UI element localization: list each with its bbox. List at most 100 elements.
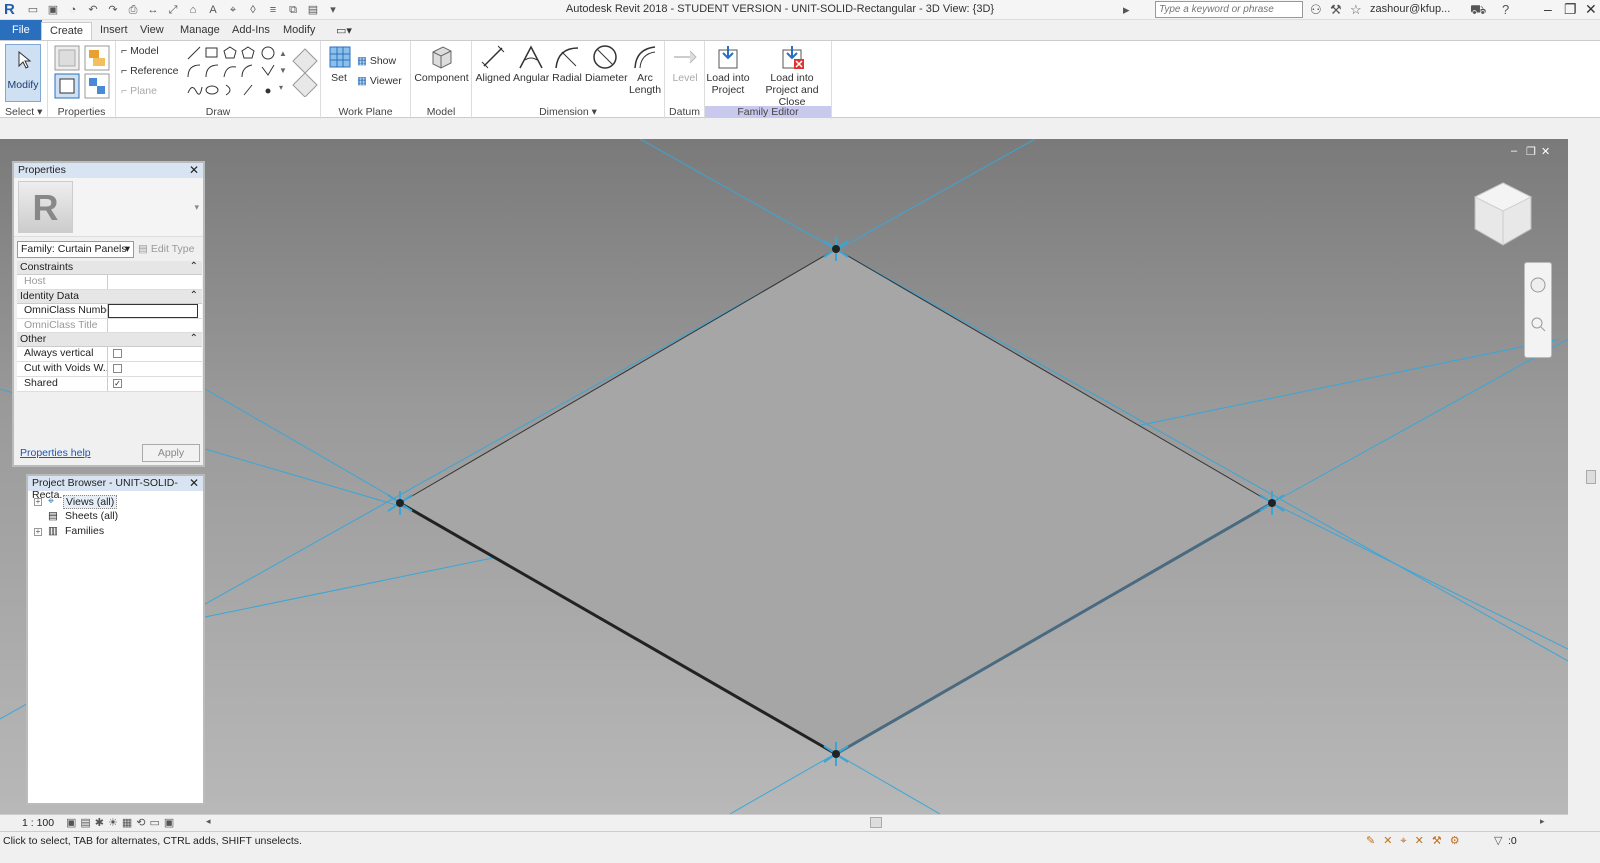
tree-item-families[interactable]: Families [65, 525, 104, 537]
model-line-button[interactable]: ⌐ Model [121, 45, 159, 57]
type-selector[interactable]: R ▾ [14, 178, 203, 237]
radial-dimension-button[interactable]: Radial [550, 44, 584, 84]
view-close-icon[interactable]: ✕ [1541, 145, 1550, 158]
tab-view[interactable]: View [132, 22, 172, 40]
show-work-plane-button[interactable]: ▦ Show [357, 55, 396, 67]
tab-modify[interactable]: Modify [275, 22, 323, 40]
binoculars-icon[interactable]: ⚇ [1310, 2, 1322, 18]
dimension-dropdown[interactable]: Dimension ▾ [472, 106, 664, 118]
tree-item-sheets[interactable]: Sheets (all) [65, 510, 118, 522]
close-window-button[interactable]: ✕ [1585, 1, 1597, 18]
viewer-button[interactable]: ▦ Viewer [357, 75, 402, 87]
tree-item-views[interactable]: Views (all) [63, 495, 118, 509]
model-panel: Component Model [411, 41, 472, 119]
diameter-dimension-button[interactable]: Diameter [585, 44, 628, 84]
cut-with-voids-checkbox[interactable] [113, 364, 122, 374]
component-button[interactable]: Component [414, 44, 469, 84]
vertical-scroll-thumb[interactable] [1586, 470, 1596, 484]
chevron-down-icon[interactable]: ▾ [194, 202, 199, 213]
view-minimize-icon[interactable]: – [1511, 145, 1517, 157]
collapse-icon[interactable]: ⌃ [190, 333, 198, 344]
reference-line-icon: ⌐ [121, 65, 128, 77]
selection-filter-icons[interactable]: ✎✕⌖✕⚒⚙ [1366, 834, 1468, 848]
curtain-panel-surface[interactable] [400, 249, 1272, 754]
aligned-dimension-button[interactable]: Aligned [475, 44, 511, 84]
reference-line-button[interactable]: ⌐ Reference [121, 65, 179, 77]
radial-dimension-icon [555, 47, 579, 69]
modify-button[interactable]: Modify [5, 44, 41, 102]
family-filter-select[interactable]: Family: Curtain Panels ▾ [17, 241, 134, 258]
3d-view-graphics[interactable] [0, 139, 1568, 814]
group-other[interactable]: Other ⌃ [17, 333, 202, 348]
user-menu[interactable]: zashour@kfup... [1370, 3, 1450, 15]
draw-panel-label: Draw [205, 106, 231, 118]
filter-icon[interactable]: ▽ [1494, 834, 1502, 847]
properties-grid: Constraints ⌃ Host Identity Data ⌃ OmniCla… [17, 261, 202, 392]
edit-type-button[interactable]: ▤ Edit Type [138, 243, 194, 255]
arc-length-dimension-button[interactable]: Arc Length [627, 44, 663, 96]
pick-lines-icon[interactable] [291, 47, 319, 97]
select-dropdown[interactable]: Select ▾ [0, 106, 47, 118]
collapse-icon[interactable]: ⌃ [190, 290, 198, 301]
group-constraints[interactable]: Constraints ⌃ [17, 261, 202, 275]
dimension-panel: Aligned Angular Radial Diameter Arc Lengt… [472, 41, 665, 119]
group-identity-data[interactable]: Identity Data ⌃ [17, 289, 202, 304]
restore-button[interactable]: ❐ [1564, 1, 1577, 18]
chevron-right-icon[interactable]: ▸ [1123, 2, 1130, 18]
angular-dimension-icon [519, 45, 543, 69]
help-icon[interactable]: ? [1502, 2, 1509, 17]
gallery-scroll[interactable]: ▲ ▼ ▾ [279, 45, 287, 96]
draw-tools-gallery[interactable] [186, 45, 286, 101]
cart-icon[interactable]: ⛟ [1470, 2, 1486, 20]
property-row[interactable]: Host [17, 275, 202, 290]
close-icon[interactable]: ✕ [189, 476, 199, 490]
navigation-bar[interactable] [1524, 262, 1552, 358]
tab-file[interactable]: File [0, 20, 42, 40]
tab-insert[interactable]: Insert [92, 22, 136, 40]
load-into-project-and-close-button[interactable]: Load into Project and Close [752, 44, 832, 108]
search-input[interactable] [1155, 1, 1303, 18]
work-plane-panel-label: Work Plane [338, 106, 393, 118]
drawing-area[interactable]: – ❐ ✕ [0, 139, 1568, 814]
expand-icon[interactable]: + [34, 528, 42, 536]
apply-button[interactable]: Apply [142, 444, 200, 462]
horizontal-scroll-thumb[interactable] [870, 817, 882, 828]
expand-icon[interactable]: + [34, 498, 42, 506]
property-row[interactable]: OmniClass Title [17, 318, 202, 334]
ribbon-tabs: File Create Insert View Manage Add-Ins M… [0, 20, 1600, 40]
viewcube-icon[interactable] [1473, 182, 1533, 246]
status-text: Click to select, TAB for alternates, CTR… [3, 835, 302, 847]
property-row[interactable]: Cut with Voids W... [17, 362, 202, 377]
collapse-icon[interactable]: ⌃ [190, 261, 198, 272]
angular-dimension-button[interactable]: Angular [513, 44, 549, 84]
view-control-icons[interactable]: ▣▤✱☀▦⟲▭▣ [66, 816, 178, 829]
property-row[interactable]: OmniClass Number [17, 303, 202, 319]
property-row[interactable]: Shared ✓ [17, 376, 202, 392]
omniclass-number-field[interactable] [108, 303, 198, 318]
favorites-star-icon[interactable]: ☆ [1350, 2, 1362, 18]
load-into-project-button[interactable]: Load into Project [705, 44, 751, 96]
tab-add-ins[interactable]: Add-Ins [224, 22, 278, 40]
close-icon[interactable]: ✕ [189, 163, 199, 177]
view-scale[interactable]: 1 : 100 [22, 817, 54, 829]
shared-checkbox[interactable]: ✓ [113, 378, 122, 388]
steering-wheel-zoom-icons[interactable] [1525, 263, 1553, 359]
contextual-tab-dropdown[interactable]: ▭▾ [328, 22, 360, 40]
properties-help-link[interactable]: Properties help [20, 447, 91, 459]
tab-create[interactable]: Create [41, 22, 93, 40]
properties-buttons-icon[interactable] [53, 44, 111, 100]
property-row[interactable]: Always vertical [17, 347, 202, 363]
always-vertical-checkbox[interactable] [113, 349, 122, 359]
properties-title[interactable]: Properties ✕ [14, 163, 203, 178]
scroll-left-icon[interactable]: ◂ [206, 816, 211, 827]
subscription-icon[interactable]: ⚒ [1330, 2, 1342, 18]
reference-plane-button[interactable]: ⌐ Plane [121, 85, 157, 97]
family-editor-panel-label: Family Editor [705, 106, 831, 118]
tab-manage[interactable]: Manage [172, 22, 228, 40]
set-work-plane-button[interactable]: Set [327, 44, 351, 84]
level-button[interactable]: Level [668, 44, 702, 84]
scroll-right-icon[interactable]: ▸ [1540, 816, 1545, 827]
view-restore-icon[interactable]: ❐ [1526, 145, 1536, 158]
project-browser-title[interactable]: Project Browser - UNIT-SOLID-Recta... ✕ [28, 476, 203, 501]
minimize-button[interactable]: – [1544, 1, 1552, 17]
